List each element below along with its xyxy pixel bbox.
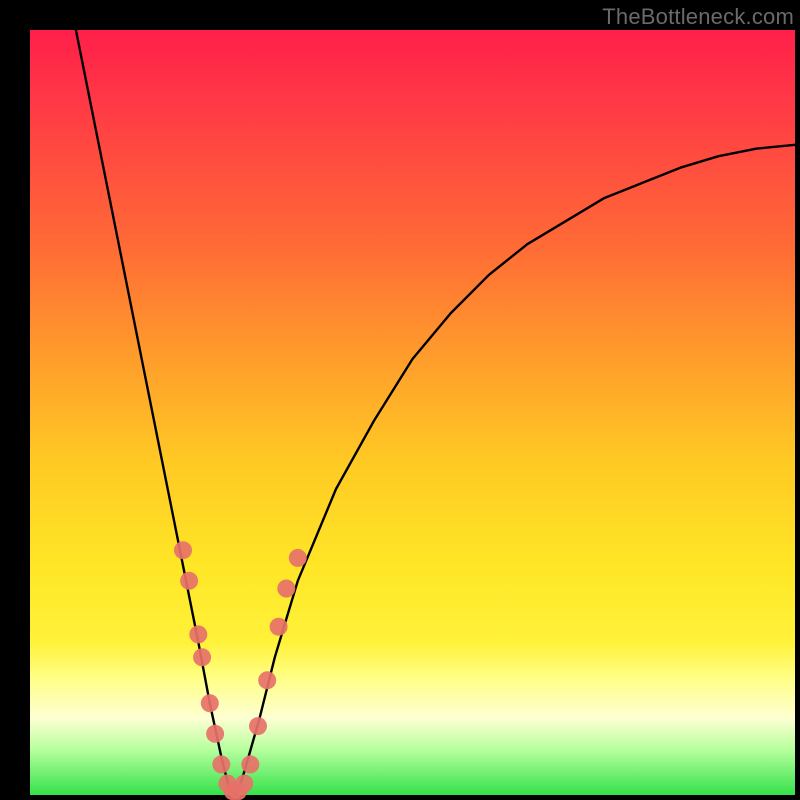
chart-frame: TheBottleneck.com xyxy=(0,0,800,800)
data-point xyxy=(193,648,211,666)
data-point xyxy=(206,725,224,743)
data-point xyxy=(277,580,295,598)
bottleneck-curve-right-branch xyxy=(237,145,795,795)
data-point xyxy=(241,755,259,773)
data-point xyxy=(212,755,230,773)
data-point xyxy=(289,549,307,567)
watermark-text: TheBottleneck.com xyxy=(602,4,794,30)
bottleneck-curve-left-branch xyxy=(76,30,237,795)
data-point xyxy=(249,717,267,735)
curve-layer xyxy=(30,30,795,795)
data-point xyxy=(201,694,219,712)
data-point xyxy=(189,625,207,643)
plot-area xyxy=(30,30,795,795)
data-point xyxy=(174,541,192,559)
data-point xyxy=(180,572,198,590)
data-point xyxy=(235,775,253,793)
data-point xyxy=(258,671,276,689)
data-point xyxy=(270,618,288,636)
